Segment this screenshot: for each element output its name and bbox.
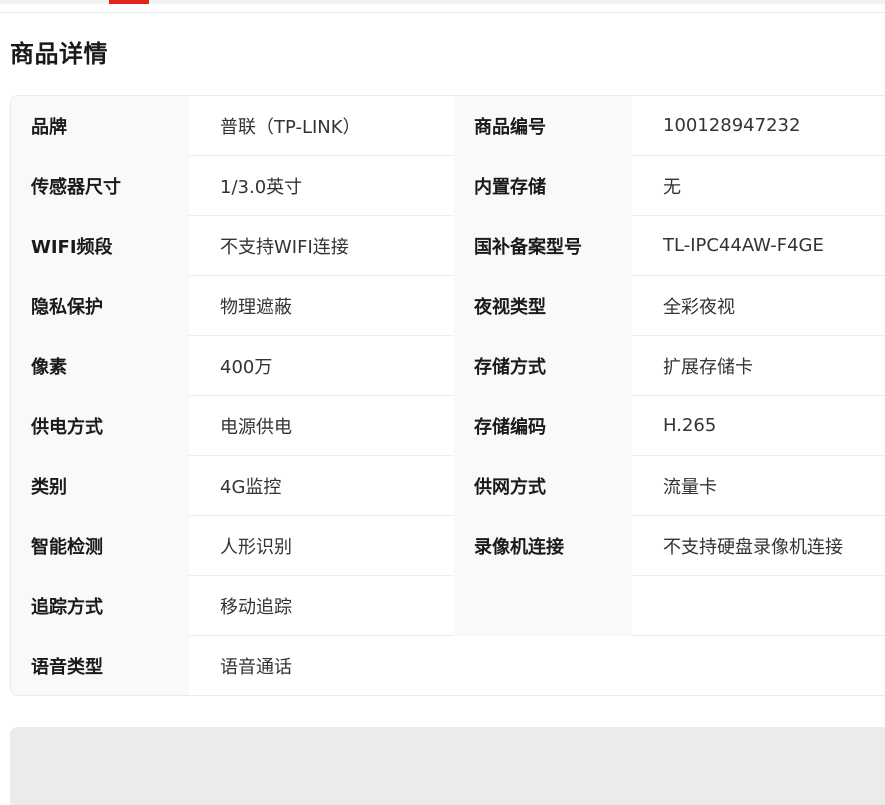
active-tab-indicator — [109, 0, 149, 4]
spec-label: 供电方式 — [11, 396, 189, 456]
section-title: 商品详情 — [10, 40, 108, 68]
spec-value: 全彩夜视 — [632, 276, 885, 336]
page: 商品详情 品牌 普联（TP-LINK） 商品编号 100128947232 传感… — [0, 0, 885, 805]
spec-value: 电源供电 — [189, 396, 454, 456]
spec-label: 智能检测 — [11, 516, 189, 576]
spec-label: 国补备案型号 — [454, 216, 632, 276]
spec-row: 追踪方式 移动追踪 — [11, 576, 885, 636]
spec-value: 4G监控 — [189, 456, 454, 516]
spec-label: 类别 — [11, 456, 189, 516]
spec-label: 夜视类型 — [454, 276, 632, 336]
spec-row: 像素 400万 存储方式 扩展存储卡 — [11, 336, 885, 396]
spec-label: 存储方式 — [454, 336, 632, 396]
top-divider — [0, 12, 885, 13]
spec-row: 供电方式 电源供电 存储编码 H.265 — [11, 396, 885, 456]
spec-label: 商品编号 — [454, 96, 632, 156]
spec-value: 不支持硬盘录像机连接 — [632, 516, 885, 576]
bottom-panel — [10, 727, 885, 805]
spec-value: 移动追踪 — [189, 576, 454, 636]
spec-row: 品牌 普联（TP-LINK） 商品编号 100128947232 — [11, 96, 885, 156]
spec-value-empty — [632, 576, 885, 636]
spec-row: 传感器尺寸 1/3.0英寸 内置存储 无 — [11, 156, 885, 216]
spec-value: 不支持WIFI连接 — [189, 216, 454, 276]
spec-value: 语音通话 — [189, 636, 885, 695]
spec-label: 存储编码 — [454, 396, 632, 456]
spec-row: 类别 4G监控 供网方式 流量卡 — [11, 456, 885, 516]
spec-label: 追踪方式 — [11, 576, 189, 636]
spec-label: 语音类型 — [11, 636, 189, 695]
spec-value: 1/3.0英寸 — [189, 156, 454, 216]
spec-value: TL-IPC44AW-F4GE — [632, 216, 885, 276]
spec-value: 扩展存储卡 — [632, 336, 885, 396]
spec-row: 隐私保护 物理遮蔽 夜视类型 全彩夜视 — [11, 276, 885, 336]
spec-value: 无 — [632, 156, 885, 216]
spec-label: 内置存储 — [454, 156, 632, 216]
spec-value: H.265 — [632, 396, 885, 456]
spec-label: 品牌 — [11, 96, 189, 156]
spec-value: 物理遮蔽 — [189, 276, 454, 336]
spec-value: 100128947232 — [632, 96, 885, 156]
spec-value: 人形识别 — [189, 516, 454, 576]
spec-label: 隐私保护 — [11, 276, 189, 336]
spec-label: 传感器尺寸 — [11, 156, 189, 216]
spec-label: 供网方式 — [454, 456, 632, 516]
spec-table: 品牌 普联（TP-LINK） 商品编号 100128947232 传感器尺寸 1… — [10, 95, 885, 696]
spec-value: 400万 — [189, 336, 454, 396]
spec-value: 普联（TP-LINK） — [189, 96, 454, 156]
spec-row: 智能检测 人形识别 录像机连接 不支持硬盘录像机连接 — [11, 516, 885, 576]
spec-label: WIFI频段 — [11, 216, 189, 276]
spec-row: 语音类型 语音通话 — [11, 636, 885, 695]
spec-value: 流量卡 — [632, 456, 885, 516]
spec-label: 录像机连接 — [454, 516, 632, 576]
spec-row: WIFI频段 不支持WIFI连接 国补备案型号 TL-IPC44AW-F4GE — [11, 216, 885, 276]
spec-label: 像素 — [11, 336, 189, 396]
spec-label-empty — [454, 576, 632, 636]
